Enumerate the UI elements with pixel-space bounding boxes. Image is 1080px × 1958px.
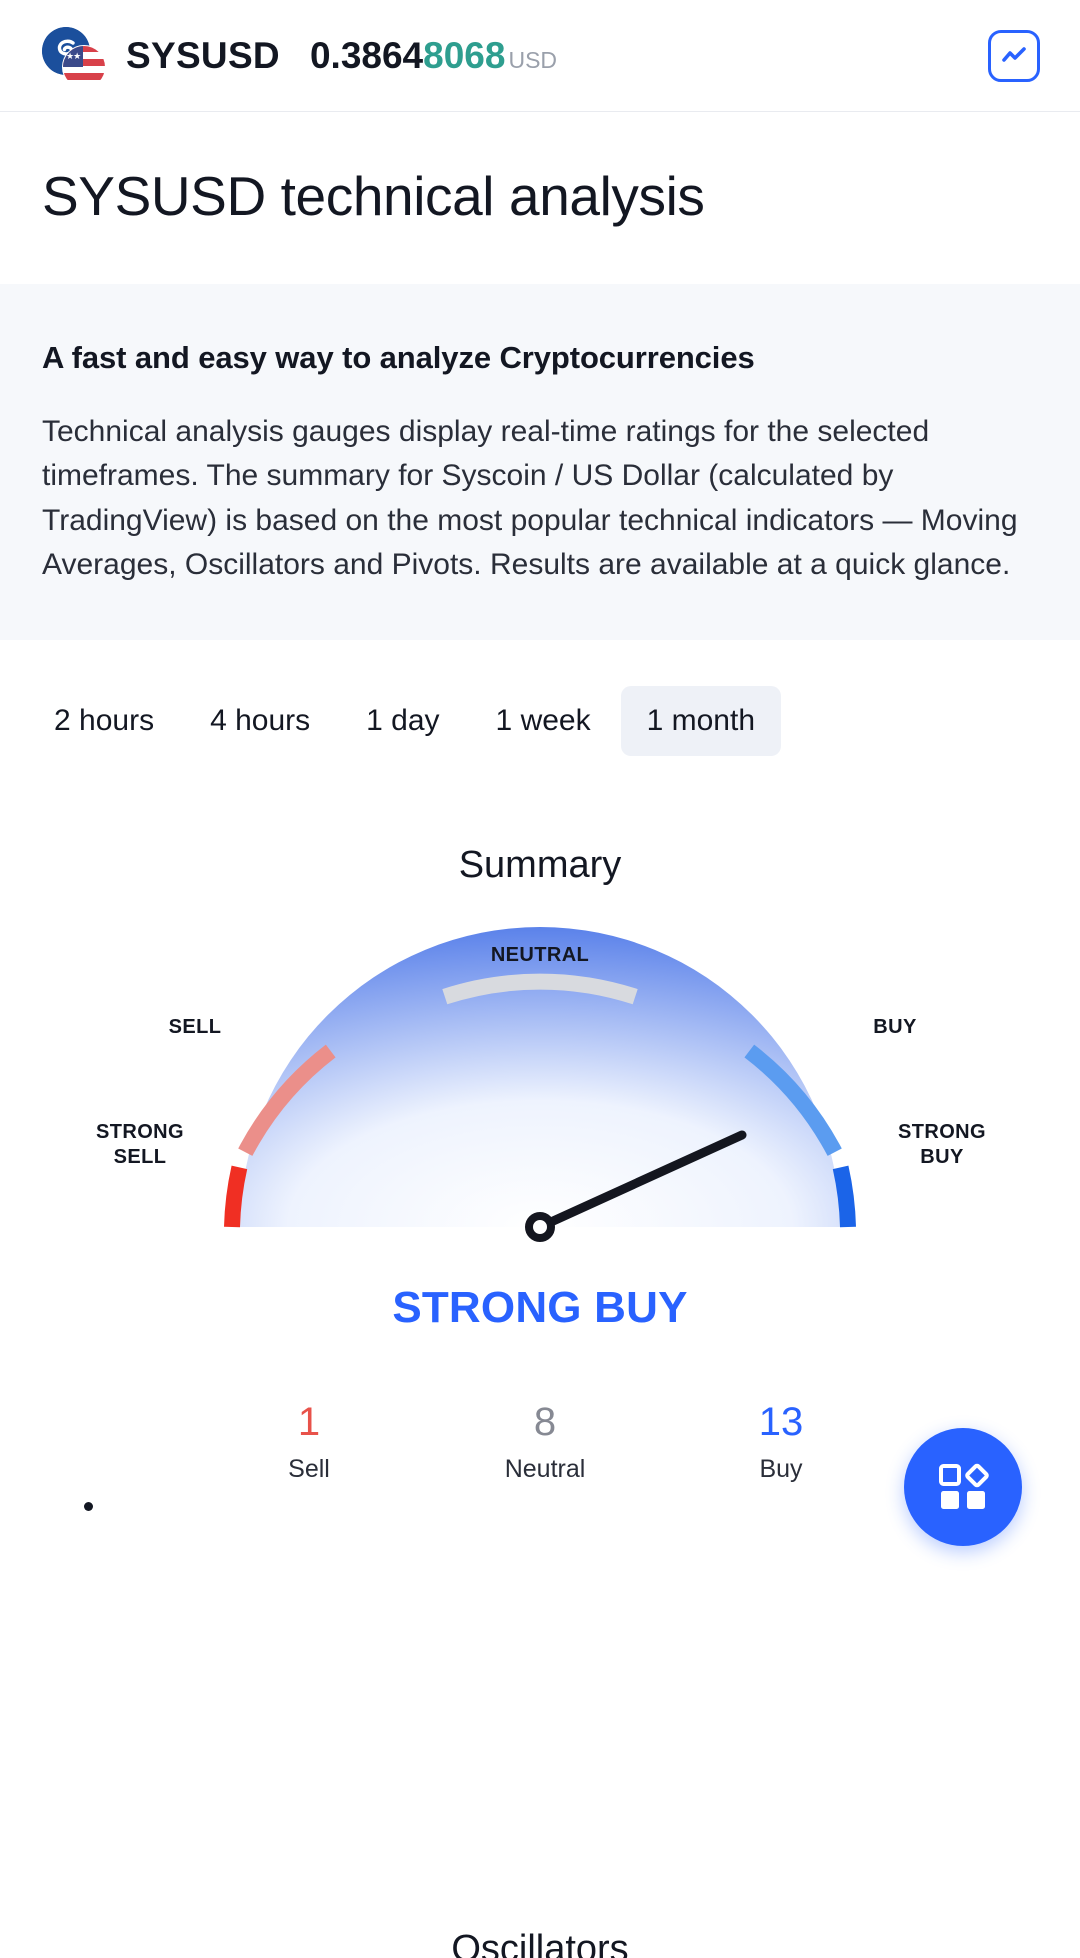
tab-1-day[interactable]: 1 day <box>340 686 465 756</box>
count-neutral-value: 8 <box>533 1399 557 1444</box>
gauge-label-sell: SELL <box>168 1015 222 1038</box>
page-title: SYSUSD technical analysis <box>42 165 705 227</box>
count-neutral: 8 Neutral <box>485 1401 605 1484</box>
count-sell: 1 Sell <box>249 1401 369 1484</box>
gauge-label-strong-sell-line2: SELL <box>113 1145 167 1168</box>
gauge-label-neutral: NEUTRAL <box>490 943 590 966</box>
gauge-arc-strong-sell <box>224 1165 248 1227</box>
count-sell-label: Sell <box>288 1454 330 1483</box>
tab-2-hours[interactable]: 2 hours <box>28 686 180 756</box>
summary-gauge: NEUTRAL SELL BUY STRONG SELL STRONG BUY <box>0 926 1080 1297</box>
count-sell-value: 1 <box>297 1399 321 1444</box>
gauge-label-strong-buy-line1: STRONG <box>898 1120 986 1143</box>
gauge-label-strong-buy-line2: BUY <box>920 1145 964 1168</box>
info-body: Technical analysis gauges display real-t… <box>42 415 1018 582</box>
count-buy-label: Buy <box>759 1454 803 1483</box>
symbol-price: 0.38648068 USD <box>310 35 557 77</box>
list-bullet-marker <box>84 1502 93 1511</box>
tab-1-week[interactable]: 1 week <box>470 686 617 756</box>
gauge-label-strong-buy: STRONG BUY <box>862 1120 1022 1170</box>
gauge-label-strong-sell: STRONG SELL <box>60 1120 220 1170</box>
count-neutral-label: Neutral <box>504 1454 586 1483</box>
chart-line-icon <box>1002 46 1026 62</box>
info-panel: A fast and easy way to analyze Cryptocur… <box>0 284 1080 640</box>
gauge-inner-fill <box>240 926 840 1227</box>
count-buy-value: 13 <box>758 1399 804 1444</box>
symbol-ticker: SYSUSD <box>126 34 280 76</box>
symbol-logo: ★★ <box>42 25 106 89</box>
widgets-fab-button[interactable] <box>904 1428 1022 1546</box>
info-heading: A fast and easy way to analyze Cryptocur… <box>42 340 755 375</box>
tab-4-hours[interactable]: 4 hours <box>184 686 336 756</box>
chart-line-icon-button[interactable] <box>988 29 1040 82</box>
gauge-svg <box>224 926 856 1242</box>
gauge-label-buy: BUY <box>873 1015 917 1038</box>
next-section-heading: Oscillators <box>451 1928 629 1958</box>
price-currency: USD <box>508 46 558 73</box>
timeframe-tabs: 2 hours 4 hours 1 day 1 week 1 month <box>0 640 1080 796</box>
gauge-arc-strong-buy <box>832 1165 856 1227</box>
price-integer-part: 0.3864 <box>309 34 424 76</box>
count-buy: 13 Buy <box>721 1401 841 1484</box>
price-fraction-part: 8068 <box>423 34 506 76</box>
us-flag-icon: ★★ <box>62 44 106 89</box>
header-bar: ★★ SYSUSD 0.38648068 USD <box>0 0 1080 112</box>
gauge-needle-pivot <box>525 1211 555 1242</box>
widgets-grid-icon <box>939 1463 989 1509</box>
gauge-label-strong-sell-line1: STRONG <box>96 1120 184 1143</box>
summary-title: Summary <box>458 843 622 886</box>
tab-1-month[interactable]: 1 month <box>620 685 782 756</box>
